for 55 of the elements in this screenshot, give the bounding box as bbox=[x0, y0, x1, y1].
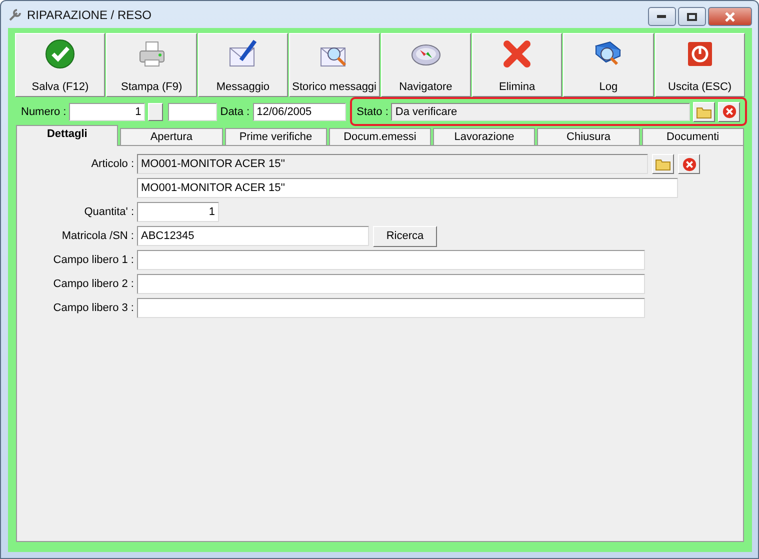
tab[interactable]: Apertura bbox=[120, 128, 223, 145]
minimize-button[interactable] bbox=[648, 7, 676, 26]
input-field[interactable] bbox=[137, 274, 645, 294]
tab[interactable]: Chiusura bbox=[537, 128, 640, 145]
field-label: Campo libero 1 : bbox=[52, 254, 134, 266]
window-title: RIPARAZIONE / RESO bbox=[27, 8, 152, 22]
toolbar-button[interactable]: Messaggio bbox=[198, 33, 288, 97]
toolbar-button[interactable]: Salva (F12) bbox=[15, 33, 106, 97]
toolbar-button[interactable]: Uscita (ESC) bbox=[654, 33, 745, 97]
folder-icon bbox=[655, 157, 671, 171]
field-label: Matricola /SN : bbox=[60, 230, 134, 242]
input-field: MO001-MONITOR ACER 15'' bbox=[137, 154, 648, 174]
cancel-icon bbox=[682, 156, 696, 172]
input-field[interactable] bbox=[168, 102, 218, 120]
browse-button[interactable] bbox=[693, 102, 715, 122]
toolbar-button[interactable]: Log bbox=[563, 33, 654, 97]
date-field[interactable]: 12/06/2005 bbox=[252, 102, 346, 120]
field-label: Articolo : bbox=[90, 158, 134, 170]
status-field: Da verificare bbox=[391, 102, 690, 120]
toolbar-button[interactable]: Stampa (F9) bbox=[106, 33, 197, 97]
field-label: Campo libero 2 : bbox=[52, 278, 134, 290]
check-icon bbox=[44, 38, 76, 70]
cross-icon bbox=[501, 38, 534, 70]
maximize-icon bbox=[687, 12, 697, 20]
close-icon bbox=[724, 12, 736, 22]
input-field[interactable] bbox=[137, 298, 645, 318]
toolbar-button[interactable]: Navigatore bbox=[380, 33, 471, 97]
toolbar-button[interactable]: Elimina bbox=[472, 33, 562, 97]
toolbar-button[interactable]: Storico messaggi bbox=[289, 33, 380, 97]
tab[interactable]: Dettagli bbox=[16, 125, 118, 146]
input-field[interactable] bbox=[137, 250, 645, 270]
tab[interactable]: Documenti bbox=[642, 128, 744, 145]
lookup-button[interactable] bbox=[148, 102, 164, 120]
field-label: Campo libero 3 : bbox=[52, 302, 134, 314]
tab[interactable]: Prime verifiche bbox=[224, 128, 327, 145]
input-field[interactable]: MO001-MONITOR ACER 15'' bbox=[137, 178, 678, 198]
clear-button[interactable] bbox=[718, 102, 740, 122]
minimize-icon bbox=[657, 14, 667, 18]
folder-icon bbox=[696, 104, 712, 118]
field-label: Quantita' : bbox=[83, 206, 134, 218]
close-button[interactable] bbox=[708, 7, 752, 26]
input-field[interactable]: ABC12345 bbox=[137, 226, 369, 246]
date-label: Data : bbox=[220, 106, 250, 118]
maximize-button[interactable] bbox=[678, 7, 706, 26]
wrench-icon bbox=[8, 8, 22, 22]
browse-button[interactable] bbox=[652, 154, 674, 174]
clear-button[interactable] bbox=[678, 154, 700, 174]
status-label: Stato : bbox=[356, 106, 388, 118]
number-field[interactable]: 1 bbox=[69, 102, 146, 120]
tab[interactable]: Lavorazione bbox=[433, 128, 536, 145]
tab[interactable]: Docum.emessi bbox=[328, 128, 432, 145]
search-button[interactable]: Ricerca bbox=[373, 226, 437, 246]
cancel-icon bbox=[722, 104, 736, 119]
input-field[interactable]: 1 bbox=[137, 202, 219, 222]
numero-label: Numero : bbox=[21, 106, 66, 118]
